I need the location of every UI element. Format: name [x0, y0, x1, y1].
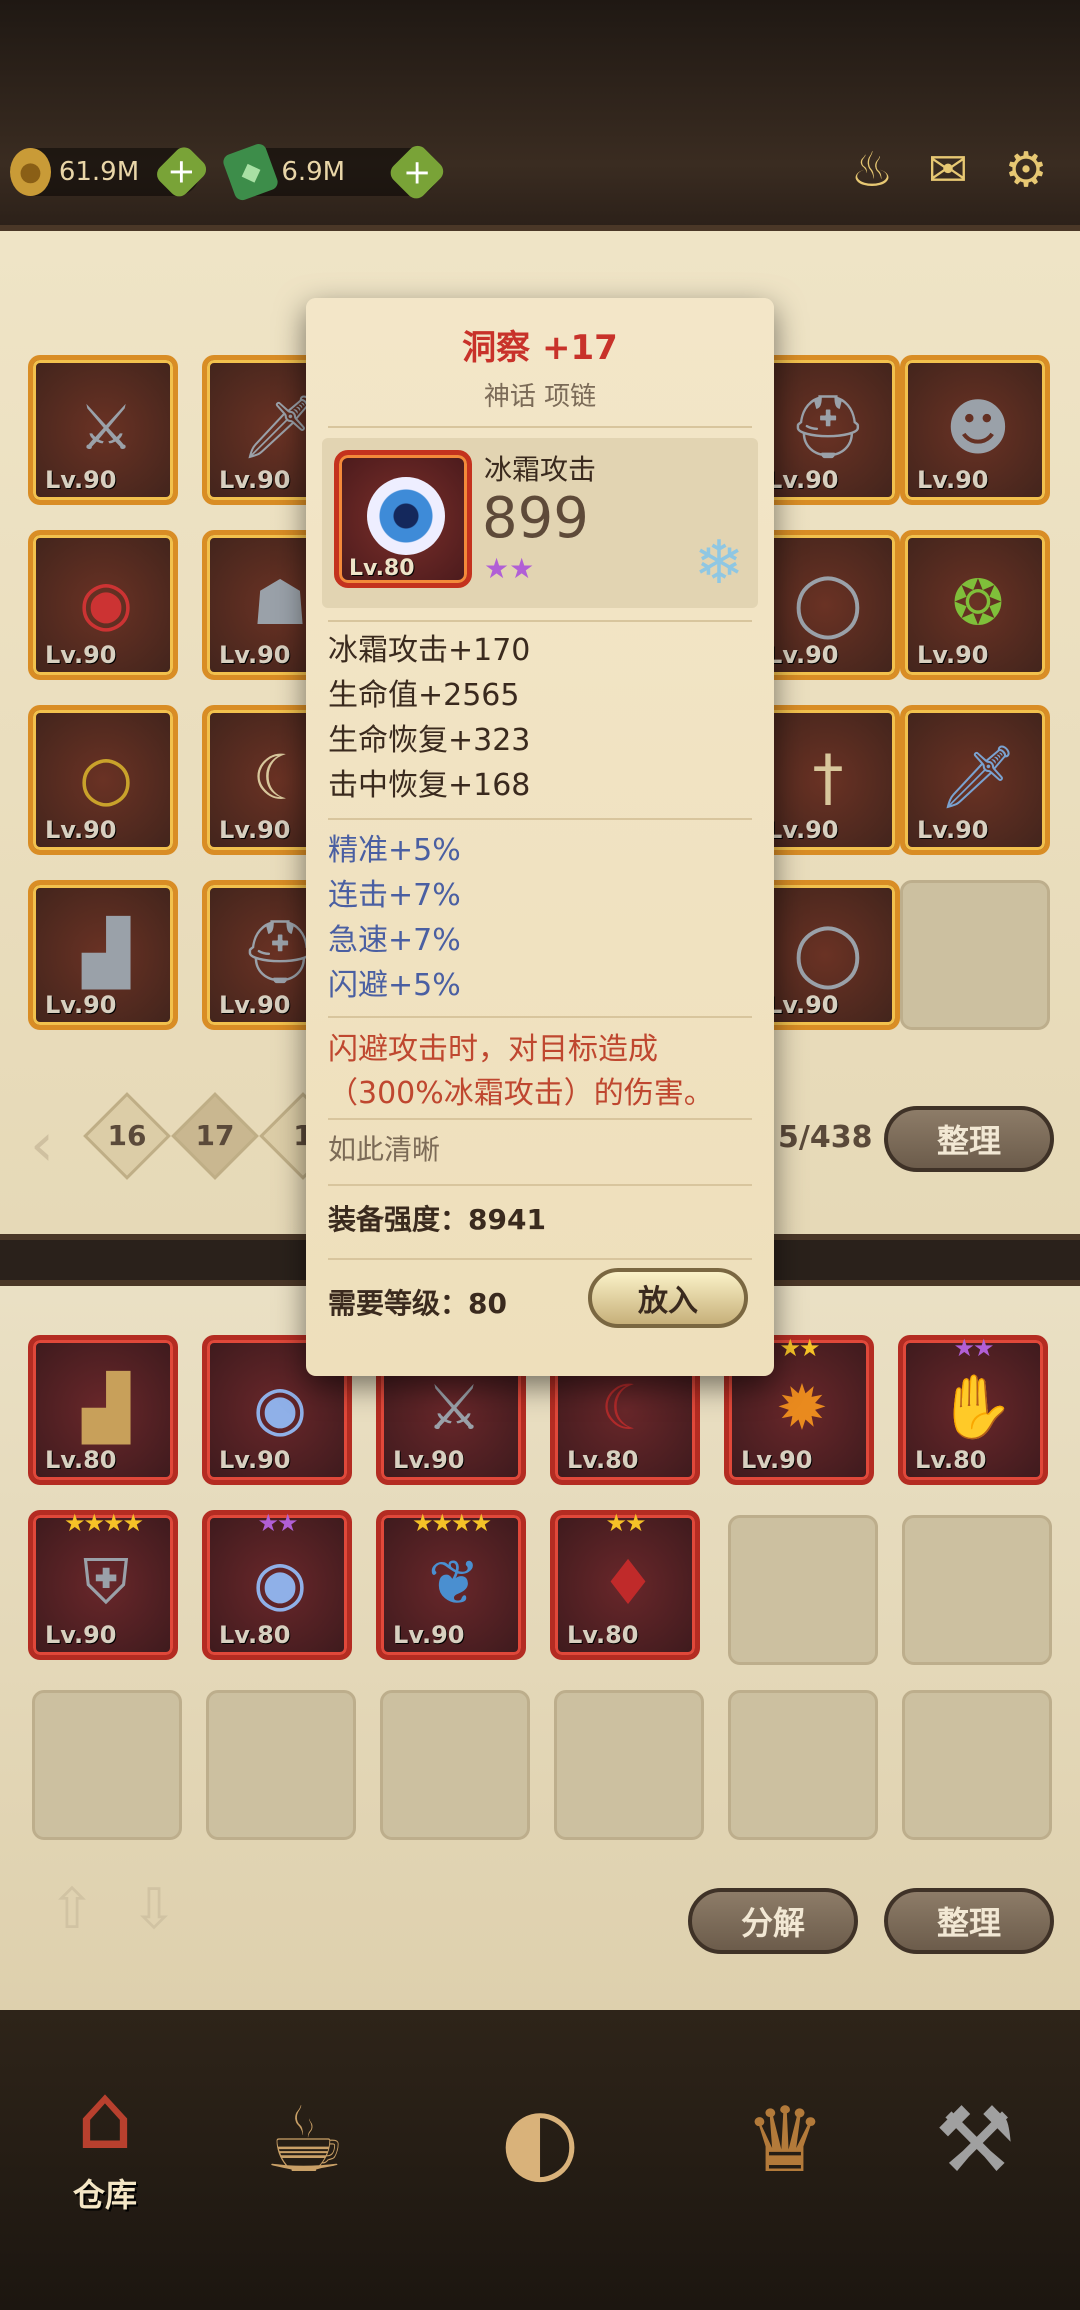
equipped-item[interactable]: ★★★★ ❦ Lv.90: [376, 1509, 526, 1660]
required-level-label: 需要等级：: [328, 1287, 469, 1320]
equipped-item[interactable]: ★★ ♦ Lv.80: [550, 1509, 700, 1660]
empty-slot[interactable]: [900, 880, 1050, 1030]
stat-line: 精准+5%: [328, 833, 461, 868]
ring-icon: ○: [78, 740, 134, 814]
mail-icon[interactable]: ✉: [918, 140, 978, 200]
stat-line: 急速+7%: [328, 923, 461, 958]
dagger-icon: †: [812, 740, 844, 814]
boot-icon: ▟: [82, 915, 130, 989]
arrow-down-icon[interactable]: ⇩: [124, 1880, 184, 1940]
nav-tavern[interactable]: ☕: [210, 2040, 400, 2240]
item-subtitle: 神话 项链: [483, 382, 597, 412]
glove-icon: ✋: [937, 1370, 1015, 1443]
inventory-item[interactable]: ☻ Lv.90: [900, 355, 1050, 505]
portal-icon: ◐: [500, 2087, 580, 2193]
gear-icon[interactable]: ⚙: [996, 140, 1056, 200]
amulet-icon: ◉: [78, 565, 134, 639]
empty-slot[interactable]: [32, 1690, 182, 1840]
eye-amulet-icon: ◉: [252, 1545, 308, 1619]
item-tooltip: 洞察 +17 神话 项链 Lv.80 冰霜攻击 899 ★★ ❄ 冰霜攻击+17…: [306, 298, 774, 1376]
main-stat-value: 899: [482, 486, 589, 551]
flavor-text: 如此清晰: [328, 1133, 441, 1166]
arrow-up-icon[interactable]: ⇧: [42, 1880, 102, 1940]
armor-icon: ⛨: [82, 1545, 130, 1618]
wing-cape-icon: ❦: [428, 1545, 480, 1619]
inventory-item[interactable]: ⚔ Lv.90: [28, 355, 178, 505]
inventory-item[interactable]: ◉ Lv.90: [28, 530, 178, 680]
nav-warehouse-label: 仓库: [72, 2175, 137, 2214]
boot-icon: ▟: [82, 1370, 130, 1444]
horn-icon[interactable]: ♨: [842, 140, 902, 200]
stat-line: 击中恢复+168: [328, 768, 531, 803]
mug-icon: ☕: [264, 2087, 346, 2193]
empty-slot[interactable]: [902, 1690, 1052, 1840]
power-line: 装备强度：8941: [328, 1198, 546, 1238]
ring-icon: ◯: [793, 565, 863, 639]
nav-warehouse[interactable]: ⌂ 仓库: [10, 2040, 200, 2240]
empty-slot[interactable]: [728, 1515, 878, 1665]
put-in-button[interactable]: 放入: [588, 1268, 748, 1328]
crown-icon: ♛: [744, 2087, 826, 2193]
nav-adventure[interactable]: ◐: [430, 2040, 650, 2240]
inventory-item[interactable]: ❂ Lv.90: [900, 530, 1050, 680]
coin-icon: ●: [10, 148, 51, 196]
power-label: 装备强度：: [328, 1203, 469, 1236]
required-level-value: 80: [468, 1287, 507, 1320]
item-title: 洞察 +17: [462, 328, 618, 368]
equipped-item[interactable]: ▟ Lv.80: [28, 1335, 178, 1485]
skill-description: 闪避攻击时，对目标造成（300%冰霜攻击）的伤害。: [328, 1032, 714, 1111]
empty-slot[interactable]: [554, 1690, 704, 1840]
required-level: 需要等级：80: [328, 1282, 507, 1322]
power-value: 8941: [468, 1203, 546, 1236]
snowflake-icon: ❄: [693, 528, 744, 598]
base-stats: 冰霜攻击+170 生命值+2565 生命恢复+323 击中恢复+168: [328, 628, 752, 808]
inventory-count: 5/438: [778, 1120, 873, 1155]
helmet-icon: ⛑: [788, 390, 868, 463]
eye-amulet-icon: [367, 477, 445, 555]
item-header: Lv.80 冰霜攻击 899 ★★ ❄: [322, 438, 758, 608]
prev-page-icon[interactable]: ‹: [30, 1110, 54, 1180]
empty-slot[interactable]: [206, 1690, 356, 1840]
decompose-button[interactable]: 分解: [688, 1888, 858, 1954]
nav-treasure[interactable]: ♛: [690, 2040, 880, 2240]
inventory-item[interactable]: ▟ Lv.90: [28, 880, 178, 1030]
stat-line: 闪避+5%: [328, 968, 461, 1003]
sort-button-top[interactable]: 整理: [884, 1106, 1054, 1172]
item-stars: ★★: [484, 552, 535, 585]
nav-forge[interactable]: ⚒: [880, 2040, 1070, 2240]
gem-resource[interactable]: ◆ 6.9M +: [221, 141, 448, 203]
empty-slot[interactable]: [902, 1515, 1052, 1665]
mask-icon: ☻: [945, 390, 1011, 464]
equipped-item[interactable]: ★★ ✋ Lv.80: [898, 1334, 1048, 1485]
fire-orb-icon: ✹: [776, 1370, 828, 1444]
eye-amulet-icon: ◉: [252, 1370, 308, 1444]
inventory-item[interactable]: ○ Lv.90: [28, 705, 178, 855]
extra-stats: 精准+5% 连击+7% 急速+7% 闪避+5%: [328, 828, 752, 1008]
ring-icon: ◯: [793, 915, 863, 989]
sort-button-bottom[interactable]: 整理: [884, 1888, 1054, 1954]
empty-slot[interactable]: [728, 1690, 878, 1840]
stat-line: 生命恢复+323: [328, 723, 531, 758]
bottom-nav: ⌂ 仓库 ☕ ◐ ♛ ⚒: [0, 2010, 1080, 2310]
item-icon: Lv.80: [334, 450, 472, 588]
emerald-amulet-icon: ❂: [952, 565, 1004, 639]
gem-value: 6.9M: [281, 157, 346, 187]
warehouse-icon: ⌂: [76, 2064, 134, 2170]
equipped-item[interactable]: ★★★★ ⛨ Lv.90: [28, 1509, 178, 1660]
main-stat-name: 冰霜攻击: [484, 453, 597, 486]
sword-icon: ⚔: [78, 390, 134, 464]
coin-value: 61.9M: [58, 157, 140, 187]
coin-resource[interactable]: ● 61.9M +: [10, 143, 211, 201]
stat-line: 生命值+2565: [328, 678, 520, 713]
empty-slot[interactable]: [380, 1690, 530, 1840]
stat-line: 连击+7%: [328, 878, 461, 913]
inventory-item[interactable]: 🗡 Lv.90: [900, 705, 1050, 855]
equipped-item[interactable]: ★★ ◉ Lv.80: [202, 1509, 352, 1660]
stat-line: 冰霜攻击+170: [328, 633, 531, 668]
sword-icon: 🗡: [938, 740, 1018, 813]
ruby-necklace-icon: ♦: [600, 1545, 656, 1619]
forge-icon: ⚒: [934, 2087, 1016, 2193]
